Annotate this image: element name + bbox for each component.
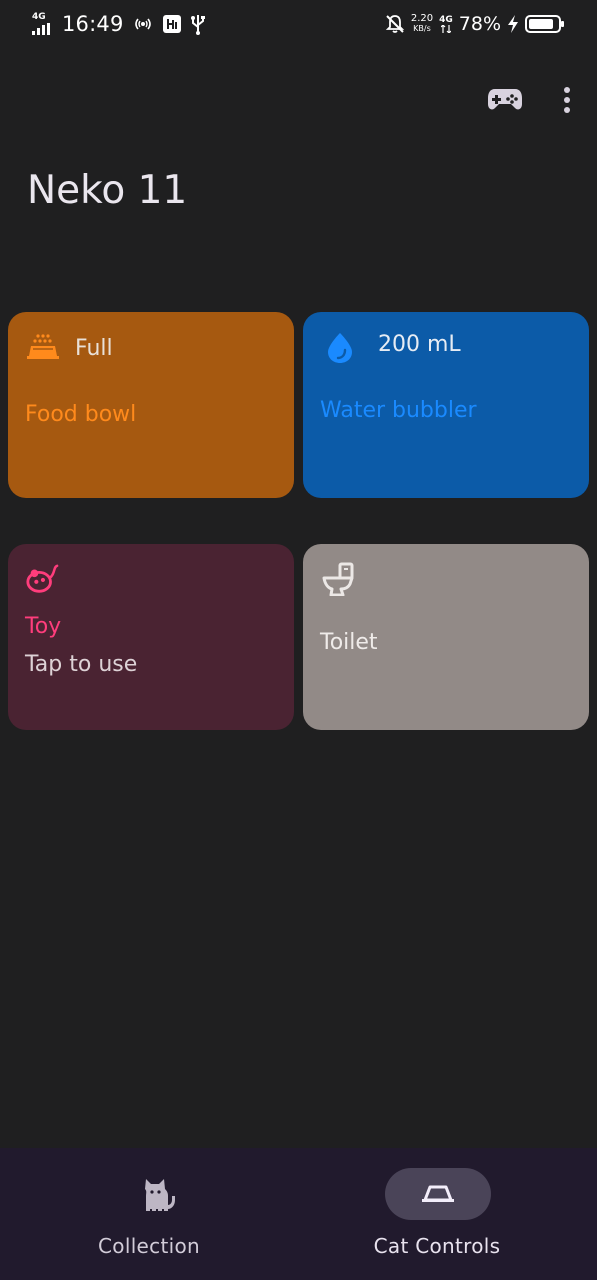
mouse-toy-icon bbox=[26, 564, 59, 593]
toilet-label: Toilet bbox=[320, 630, 378, 655]
mobile-data-type: 4G bbox=[439, 14, 453, 25]
data-arrows-icon bbox=[440, 24, 451, 33]
toy-label: Toy bbox=[25, 614, 62, 639]
food-bowl-icon bbox=[27, 334, 59, 359]
water-label: Water bubbler bbox=[320, 398, 477, 423]
battery-icon bbox=[525, 15, 564, 33]
status-left: 4G 16:49 bbox=[32, 10, 206, 38]
clock: 16:49 bbox=[62, 12, 124, 36]
network-speed-value: 2.20 bbox=[410, 13, 434, 24]
nav-item-collection[interactable]: Collection bbox=[0, 1148, 298, 1280]
food-status: Full bbox=[75, 336, 113, 361]
cat-icon bbox=[145, 1179, 175, 1211]
bottom-navigation: Collection Cat Controls bbox=[0, 1148, 597, 1280]
signal-indicator: 4G bbox=[32, 13, 54, 35]
nav-item-cat-controls[interactable]: Cat Controls bbox=[288, 1148, 586, 1280]
page-title: Neko 11 bbox=[27, 168, 188, 213]
mobile-data-indicator: 4G bbox=[439, 14, 453, 33]
battery-percentage: 78% bbox=[458, 13, 501, 35]
toy-subtitle: Tap to use bbox=[25, 652, 138, 677]
hotspot-icon bbox=[134, 18, 151, 30]
toy-tile[interactable]: Toy Tap to use bbox=[8, 544, 294, 730]
nav-active-indicator bbox=[385, 1168, 491, 1220]
status-bar: 4G 16:49 2.20 KB/s 4G 78% bbox=[0, 0, 597, 48]
gamepad-button[interactable] bbox=[483, 80, 527, 120]
toilet-icon bbox=[322, 562, 354, 596]
more-options-button[interactable] bbox=[557, 80, 577, 120]
toilet-tile[interactable]: Toilet bbox=[303, 544, 589, 730]
network-speed: 2.20 KB/s bbox=[411, 14, 433, 34]
charging-bolt-icon bbox=[508, 15, 518, 33]
signal-bars-icon bbox=[32, 23, 50, 35]
notifications-off-icon bbox=[385, 15, 405, 33]
nav-cat-controls-label: Cat Controls bbox=[373, 1234, 501, 1258]
nav-collection-indicator bbox=[106, 1168, 212, 1220]
app-notification-icon bbox=[162, 15, 181, 33]
usb-icon bbox=[190, 15, 205, 35]
network-type-label: 4G bbox=[32, 12, 46, 22]
food-label: Food bowl bbox=[25, 402, 137, 427]
water-status: 200 mL bbox=[378, 332, 461, 357]
top-actions bbox=[483, 80, 577, 120]
water-bubbler-tile[interactable]: 200 mL Water bubbler bbox=[303, 312, 589, 498]
more-vert-icon bbox=[564, 87, 570, 113]
water-drop-icon bbox=[328, 333, 352, 363]
food-bowl-tile[interactable]: Full Food bowl bbox=[8, 312, 294, 498]
cat-controls-icon bbox=[422, 1185, 454, 1202]
gamepad-icon bbox=[488, 89, 522, 110]
network-speed-unit: KB/s bbox=[413, 24, 431, 33]
status-right: 2.20 KB/s 4G 78% bbox=[385, 10, 565, 38]
nav-collection-label: Collection bbox=[98, 1234, 200, 1258]
